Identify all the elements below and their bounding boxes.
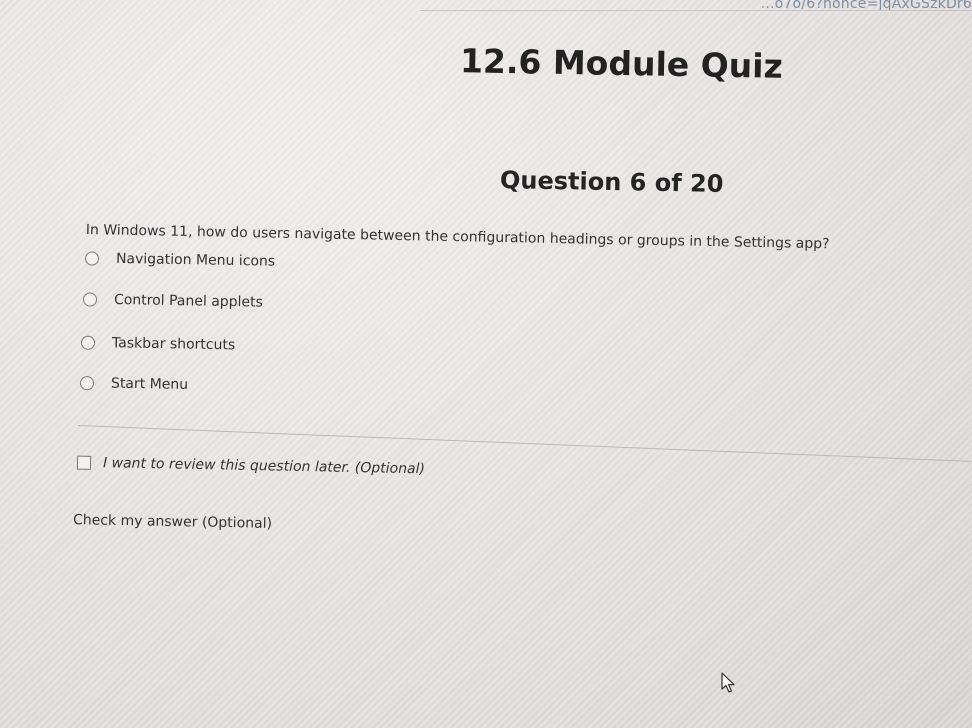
option-navigation-menu-icons[interactable]: Navigation Menu icons: [84, 250, 276, 270]
top-divider: [420, 10, 972, 11]
review-later-checkbox-row[interactable]: I want to review this question later. (O…: [76, 455, 426, 478]
question-count: Question 6 of 20: [499, 166, 724, 198]
radio-button[interactable]: [84, 251, 100, 266]
option-control-panel-applets[interactable]: Control Panel applets: [82, 291, 264, 311]
option-label: Taskbar shortcuts: [111, 335, 236, 354]
option-taskbar-shortcuts[interactable]: Taskbar shortcuts: [80, 335, 236, 354]
quiz-title: 12.6 Module Quiz: [459, 41, 784, 86]
option-start-menu[interactable]: Start Menu: [79, 375, 189, 393]
review-later-label: I want to review this question later. (O…: [102, 455, 426, 478]
option-label: Control Panel applets: [113, 291, 264, 311]
radio-button[interactable]: [80, 335, 96, 350]
option-label: Start Menu: [110, 375, 189, 393]
mouse-pointer-icon: [721, 672, 735, 693]
radio-button[interactable]: [79, 376, 95, 391]
check-answer-button[interactable]: Check my answer (Optional): [73, 512, 272, 532]
question-text: In Windows 11, how do users navigate bet…: [85, 222, 830, 253]
radio-button[interactable]: [82, 292, 98, 307]
option-label: Navigation Menu icons: [115, 250, 276, 270]
review-later-checkbox[interactable]: [76, 455, 92, 470]
